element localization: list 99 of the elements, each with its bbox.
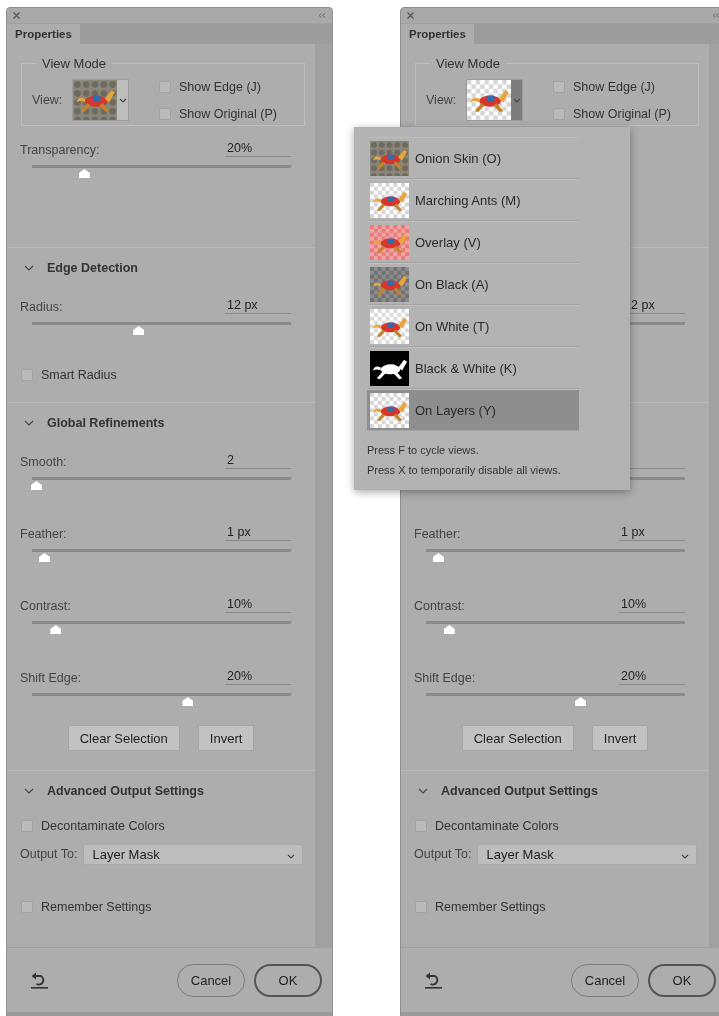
menu-item[interactable]: Overlay (V)	[367, 221, 579, 263]
value-field[interactable]: 20%	[225, 141, 291, 157]
slider-label: Radius:	[20, 300, 63, 314]
value-field[interactable]: 10%	[225, 597, 291, 613]
slider-thumb[interactable]	[30, 481, 42, 490]
slider-thumb[interactable]	[133, 326, 145, 335]
value-field[interactable]: 10%	[619, 597, 685, 613]
slider[interactable]	[32, 549, 291, 564]
output-select[interactable]: Layer Mask	[477, 843, 698, 865]
checkbox[interactable]	[159, 80, 171, 93]
checkbox-label[interactable]: Show Edge (J)	[179, 79, 261, 94]
view-label: View:	[426, 93, 458, 107]
slider-thumb[interactable]	[78, 169, 90, 178]
collapse-icon[interactable]	[712, 13, 719, 18]
slider-thumb[interactable]	[50, 625, 62, 634]
checkbox-label[interactable]: Decontaminate Colors	[435, 819, 559, 833]
action-button[interactable]: Invert	[197, 725, 255, 751]
checkbox-label[interactable]: Show Original (P)	[179, 106, 277, 121]
collapse-icon[interactable]	[318, 13, 326, 18]
slider[interactable]	[32, 477, 291, 492]
select-label: Output To:	[20, 847, 78, 861]
value-field[interactable]: 1 px	[225, 525, 291, 541]
checkbox[interactable]	[415, 901, 427, 913]
section-title[interactable]: Global Refinements	[47, 416, 165, 430]
chevron-icon[interactable]	[24, 788, 34, 794]
caret-icon	[681, 853, 690, 859]
value-field[interactable]: 20%	[225, 669, 291, 685]
scrollbar[interactable]	[315, 44, 332, 947]
menu-item[interactable]: On Layers (Y)	[367, 389, 579, 431]
slider-label: Shift Edge:	[414, 671, 476, 685]
slider[interactable]	[426, 693, 685, 708]
chevron-icon[interactable]	[418, 788, 428, 794]
select-label: Output To:	[414, 847, 472, 861]
view-label: View:	[32, 93, 64, 107]
slider[interactable]	[32, 322, 291, 337]
checkbox[interactable]	[21, 820, 33, 832]
checkbox-label[interactable]: Show Original (P)	[573, 106, 671, 121]
checkbox[interactable]	[415, 820, 427, 832]
slider-thumb[interactable]	[38, 553, 50, 562]
slider-thumb[interactable]	[432, 553, 444, 562]
panel-tab[interactable]: Properties	[401, 24, 474, 44]
slider-label: Shift Edge:	[20, 671, 82, 685]
group-title: View Mode	[41, 56, 108, 71]
slider-thumb[interactable]	[182, 697, 194, 706]
dialog-button[interactable]: OK	[648, 963, 716, 997]
slider[interactable]	[32, 621, 291, 636]
menu-item[interactable]: Marching Ants (M)	[367, 179, 579, 221]
dialog-button[interactable]: Cancel	[571, 963, 639, 997]
dialog-button[interactable]: OK	[254, 963, 322, 997]
output-select[interactable]: Layer Mask	[83, 843, 304, 865]
slider-label: Feather:	[20, 527, 67, 541]
slider-thumb[interactable]	[575, 697, 587, 706]
dialog-button[interactable]: Cancel	[177, 963, 245, 997]
checkbox-label[interactable]: Remember Settings	[41, 900, 152, 914]
section-title[interactable]: Advanced Output Settings	[47, 784, 204, 798]
slider-label: Feather:	[414, 527, 461, 541]
view-dropdown[interactable]	[466, 79, 523, 121]
value-field[interactable]: 20%	[619, 669, 685, 685]
action-button[interactable]: Clear Selection	[67, 725, 180, 751]
group-title: View Mode	[435, 56, 502, 71]
menu-item[interactable]: On White (T)	[367, 305, 579, 347]
slider-label: Transparency:	[20, 143, 100, 157]
slider[interactable]	[426, 549, 685, 564]
menu-note: Press F to cycle views.	[367, 443, 480, 458]
checkbox[interactable]	[21, 369, 33, 381]
section-title[interactable]: Edge Detection	[47, 261, 138, 275]
view-dropdown[interactable]	[72, 79, 129, 121]
action-button[interactable]: Clear Selection	[461, 725, 574, 751]
action-button[interactable]: Invert	[591, 725, 649, 751]
reset-icon[interactable]	[30, 971, 49, 989]
caret-icon	[287, 853, 296, 859]
panel-tab[interactable]: Properties	[7, 24, 80, 44]
checkbox-label[interactable]: Remember Settings	[435, 900, 546, 914]
checkbox-label[interactable]: Smart Radius	[41, 368, 117, 382]
slider[interactable]	[32, 165, 291, 180]
slider-thumb[interactable]	[443, 625, 455, 634]
value-field[interactable]: 1 px	[619, 525, 685, 541]
slider-label: Smooth:	[20, 455, 67, 469]
slider-label: Contrast:	[20, 599, 71, 613]
checkbox[interactable]	[159, 107, 171, 120]
slider[interactable]	[426, 621, 685, 636]
close-icon[interactable]	[13, 12, 20, 19]
menu-note: Press X to temporarily disable all views.	[367, 463, 562, 478]
menu-item[interactable]: On Black (A)	[367, 263, 579, 305]
checkbox[interactable]	[553, 80, 565, 93]
slider-label: Contrast:	[414, 599, 465, 613]
slider[interactable]	[32, 693, 291, 708]
close-icon[interactable]	[407, 12, 414, 19]
value-field[interactable]: 12 px	[225, 298, 291, 314]
checkbox[interactable]	[21, 901, 33, 913]
section-title[interactable]: Advanced Output Settings	[441, 784, 598, 798]
checkbox-label[interactable]: Show Edge (J)	[573, 79, 655, 94]
chevron-icon[interactable]	[24, 265, 34, 271]
checkbox-label[interactable]: Decontaminate Colors	[41, 819, 165, 833]
checkbox[interactable]	[553, 107, 565, 120]
chevron-icon[interactable]	[24, 420, 34, 426]
reset-icon[interactable]	[424, 971, 443, 989]
value-field[interactable]: 2	[225, 453, 291, 469]
menu-item[interactable]: Onion Skin (O)	[367, 137, 579, 179]
